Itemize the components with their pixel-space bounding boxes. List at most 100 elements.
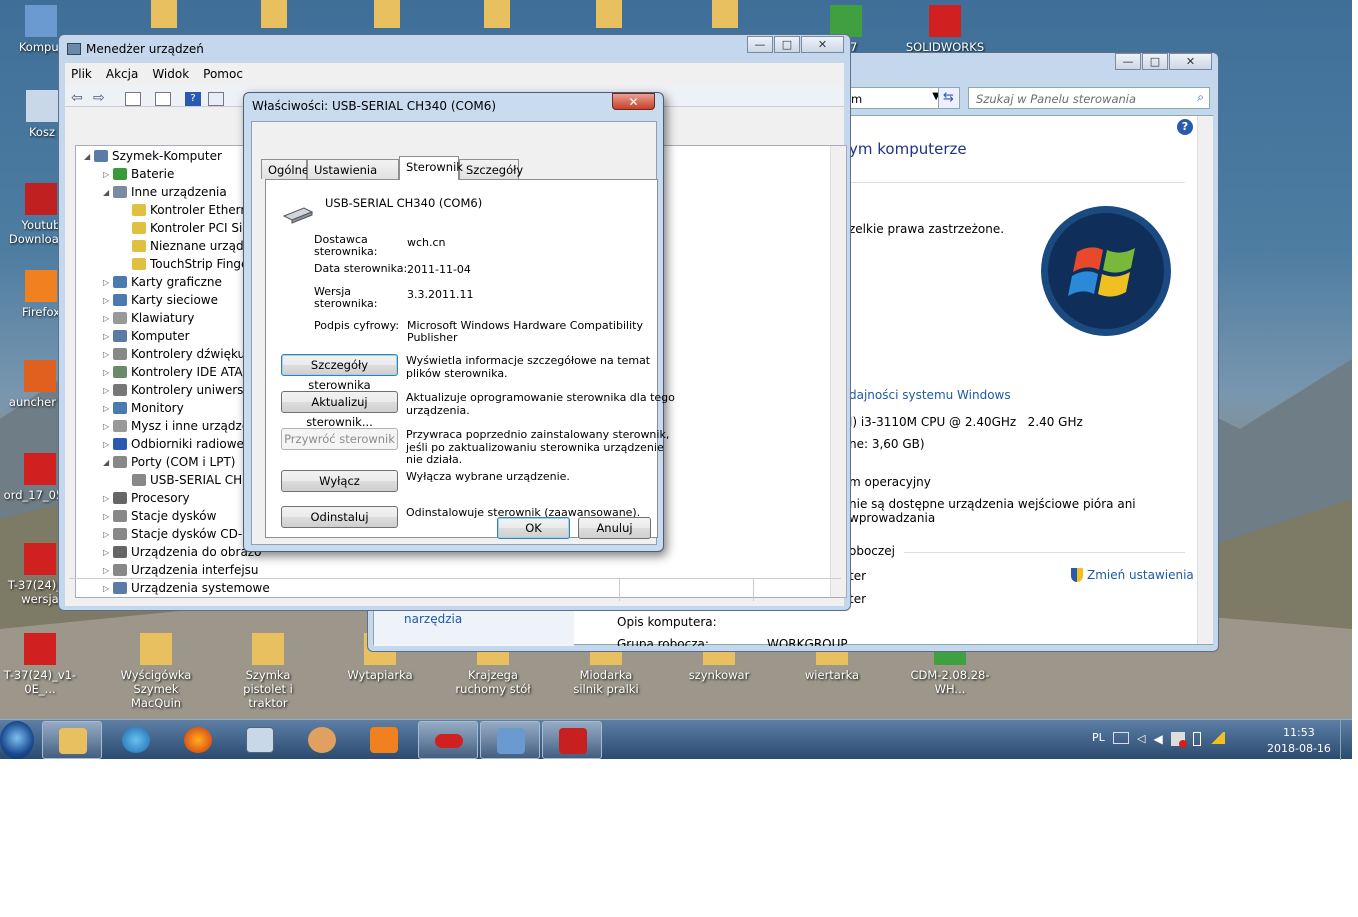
minimize-button[interactable]: —: [1115, 53, 1141, 70]
tree-item[interactable]: Kontroler PCI Sim: [122, 219, 254, 237]
expand-toggle-icon[interactable]: ▷: [103, 548, 113, 557]
close-button[interactable]: ✕: [612, 93, 655, 110]
change-settings-link[interactable]: Zmień ustawienia: [1071, 568, 1194, 582]
search-input[interactable]: Szukaj w Panelu sterowania ⌕: [968, 87, 1210, 109]
taskbar-calculator[interactable]: [230, 721, 290, 759]
tree-item[interactable]: ▷ Monitory: [103, 399, 184, 417]
tree-item[interactable]: ▷ Karty sieciowe: [103, 291, 218, 309]
desktop-icon[interactable]: Szymka pistolet i traktor: [228, 633, 308, 710]
refresh-button[interactable]: ⇆: [938, 87, 960, 109]
tree-scrollbar[interactable]: [830, 146, 846, 597]
tree-item[interactable]: ▷ Klawiatury: [103, 309, 194, 327]
expand-toggle-icon[interactable]: ▷: [103, 566, 113, 575]
folder-icon[interactable]: [151, 0, 177, 28]
desktop-icon[interactable]: T-37(24)_v1-0E_...: [0, 633, 80, 696]
menu-item[interactable]: Akcja: [106, 67, 138, 81]
expand-toggle-icon[interactable]: ▷: [103, 512, 113, 521]
tree-item[interactable]: ▷ Urządzenia do obrazo: [103, 543, 261, 561]
expand-toggle-icon[interactable]: ▷: [103, 278, 113, 287]
tree-item[interactable]: Kontroler Etherne: [122, 201, 255, 219]
expand-toggle-icon[interactable]: ▷: [103, 332, 113, 341]
tree-item[interactable]: ▷ Stacje dysków CD-RO: [103, 525, 260, 543]
tree-item[interactable]: ◢ Porty (COM i LPT): [103, 453, 235, 471]
tab[interactable]: Ustawienia portu: [307, 159, 399, 191]
network-error-icon[interactable]: [1170, 732, 1187, 748]
driver-action-button[interactable]: Odinstaluj: [281, 506, 398, 528]
desktop-icon[interactable]: Wyścigówka Szymek MacQuin: [116, 633, 196, 710]
cancel-button[interactable]: Anuluj: [578, 517, 651, 539]
ok-button[interactable]: OK: [497, 517, 570, 539]
scrollbar[interactable]: [1197, 116, 1213, 644]
back-arrow-icon[interactable]: ⇦: [71, 90, 83, 106]
menu-item[interactable]: Widok: [152, 67, 189, 81]
clock-time[interactable]: 11:53: [1283, 726, 1315, 739]
folder-icon[interactable]: [484, 0, 510, 28]
expand-toggle-icon[interactable]: ▷: [103, 422, 113, 431]
performance-link[interactable]: dajności systemu Windows: [849, 388, 1011, 402]
maximize-button[interactable]: □: [1142, 53, 1168, 70]
expand-toggle-icon[interactable]: ▷: [103, 494, 113, 503]
view-icon[interactable]: [208, 92, 224, 106]
tree-item[interactable]: ▷ Procesory: [103, 489, 190, 507]
address-bar[interactable]: m ▼: [848, 87, 944, 109]
expand-toggle-icon[interactable]: ▷: [103, 440, 113, 449]
taskbar-ie[interactable]: [106, 721, 166, 759]
taskbar-control-panel[interactable]: [480, 721, 540, 759]
keyboard-icon[interactable]: [1113, 732, 1129, 744]
properties-icon[interactable]: [155, 92, 171, 106]
clock-date[interactable]: 2018-08-16: [1267, 742, 1331, 755]
tree-item[interactable]: ▷ Odbiorniki radiowe B: [103, 435, 256, 453]
help-icon[interactable]: ?: [1177, 119, 1193, 135]
close-button[interactable]: ✕: [1169, 53, 1212, 70]
tree-item[interactable]: ▷ Karty graficzne: [103, 273, 222, 291]
expand-toggle-icon[interactable]: ▷: [103, 386, 113, 395]
expand-toggle-icon[interactable]: ▷: [103, 368, 113, 377]
expand-toggle-icon[interactable]: ◢: [84, 152, 94, 161]
tray-arrow-icon[interactable]: ◁: [1137, 732, 1145, 746]
maximize-button[interactable]: □: [774, 36, 800, 53]
expand-toggle-icon[interactable]: ▷: [103, 170, 113, 179]
tree-item[interactable]: USB-SERIAL CH34: [122, 471, 257, 489]
folder-icon[interactable]: [374, 0, 400, 28]
title-bar[interactable]: Menedżer urządzeń — □ ✕: [59, 35, 850, 63]
expand-toggle-icon[interactable]: ▷: [103, 350, 113, 359]
left-link[interactable]: narzędzia: [404, 612, 462, 626]
folder-icon[interactable]: [596, 0, 622, 28]
tree-item[interactable]: ▷ Kontrolery uniwersal: [103, 381, 254, 399]
start-button[interactable]: [0, 721, 34, 759]
tree-item[interactable]: ▷ Kontrolery IDE ATA/A: [103, 363, 255, 381]
expand-toggle-icon[interactable]: ▷: [103, 314, 113, 323]
tab[interactable]: Ogólne: [261, 159, 309, 179]
taskbar-explorer[interactable]: [42, 721, 102, 759]
expand-toggle-icon[interactable]: ▷: [103, 404, 113, 413]
menu-item[interactable]: Plik: [71, 67, 92, 81]
show-desktop-button[interactable]: [1340, 720, 1352, 760]
menu-item[interactable]: Pomoc: [203, 67, 243, 81]
minimize-button[interactable]: —: [747, 36, 773, 53]
expand-toggle-icon[interactable]: ▷: [103, 530, 113, 539]
taskbar-launcher[interactable]: [292, 721, 352, 759]
volume-icon[interactable]: ◀: [1153, 732, 1162, 746]
close-button[interactable]: ✕: [801, 36, 844, 53]
tree-item[interactable]: ▷ Komputer: [103, 327, 190, 345]
tree-item[interactable]: ▷ Baterie: [103, 165, 174, 183]
tree-item[interactable]: TouchStrip Finge: [122, 255, 248, 273]
help-icon[interactable]: ?: [185, 92, 201, 106]
search-icon[interactable]: ⌕: [1197, 90, 1204, 105]
tree-item[interactable]: Nieznane urządze: [122, 237, 257, 255]
tree-item[interactable]: ▷ Kontrolery dźwięku, w: [103, 345, 263, 363]
show-hide-tree-icon[interactable]: [125, 92, 141, 106]
tree-item[interactable]: ▷ Urządzenia interfejsu: [103, 561, 259, 579]
driver-action-button[interactable]: Szczegóły sterownika: [281, 354, 398, 392]
battery-icon[interactable]: [1192, 732, 1201, 746]
folder-icon[interactable]: [261, 0, 287, 28]
tab[interactable]: Szczegóły: [459, 159, 523, 179]
tree-item[interactable]: ▷ Stacje dysków: [103, 507, 216, 525]
tree-item[interactable]: ▷ Mysz i inne urządzen: [103, 417, 257, 435]
signal-icon[interactable]: [1208, 732, 1225, 744]
taskbar-media[interactable]: [354, 721, 414, 759]
language-indicator[interactable]: PL: [1092, 731, 1105, 744]
tab[interactable]: Sterownik: [399, 156, 463, 180]
driver-action-button[interactable]: Wyłącz: [281, 470, 398, 492]
driver-action-button[interactable]: Aktualizuj sterownik...: [281, 391, 398, 429]
